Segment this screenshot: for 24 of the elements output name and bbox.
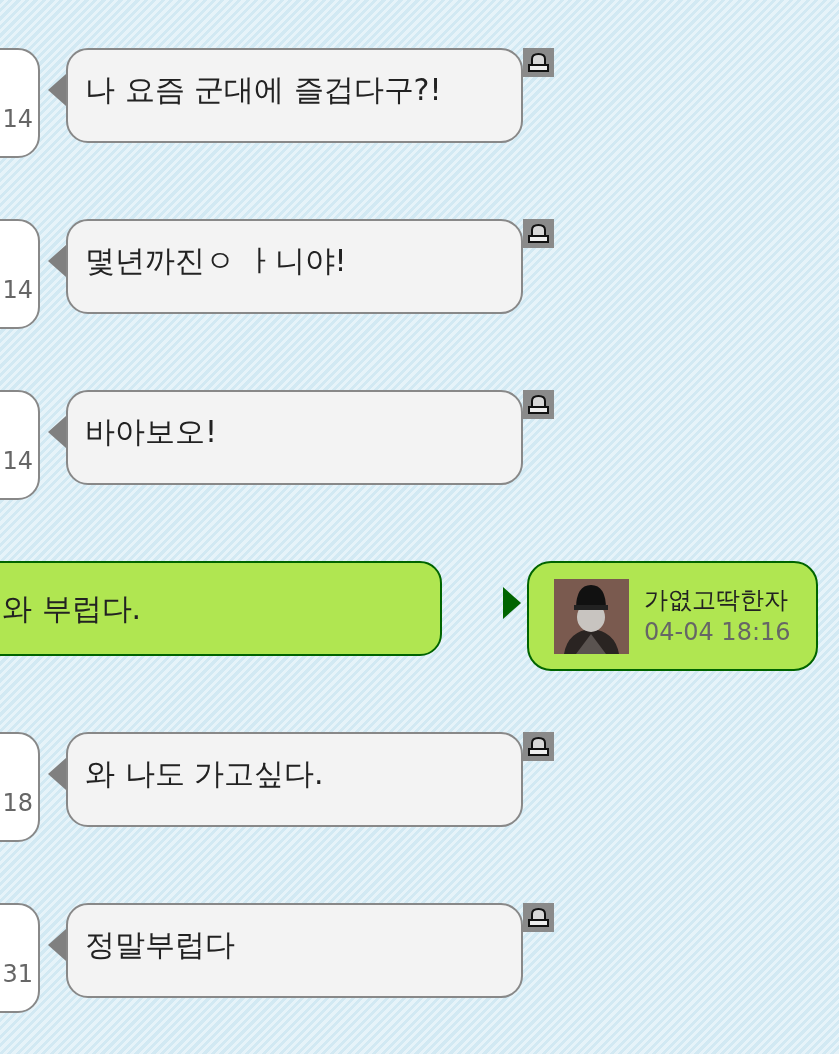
message-time: 04-04 18:16 — [644, 617, 791, 648]
bubble-pointer-icon — [48, 929, 66, 961]
lock-icon — [523, 219, 554, 248]
message-time: 18 — [2, 791, 33, 815]
sender-name: 가엾고딱한자 — [644, 585, 789, 616]
message-time: 14 — [2, 107, 33, 131]
lock-icon — [523, 732, 554, 761]
message-bubble: 와 부럽다. — [0, 561, 442, 656]
bubble-pointer-icon — [48, 758, 66, 790]
lock-icon — [523, 390, 554, 419]
message-bubble: 정말부럽다 — [66, 903, 523, 998]
message-bubble: 와 나도 가고싶다. — [66, 732, 523, 827]
bubble-pointer-icon — [503, 587, 521, 619]
message-bubble: 바아보오! — [66, 390, 523, 485]
bubble-pointer-icon — [48, 416, 66, 448]
message-bubble: 몇년까진ㅇ ㅏ니야! — [66, 219, 523, 314]
message-time: 31 — [2, 962, 33, 986]
lock-icon — [523, 48, 554, 77]
message-bubble: 나 요즘 군대에 즐겁다구?! — [66, 48, 523, 143]
message-time: 14 — [2, 449, 33, 473]
lock-icon — [523, 903, 554, 932]
message-time: 14 — [2, 278, 33, 302]
bubble-pointer-icon — [48, 74, 66, 106]
bubble-pointer-icon — [48, 245, 66, 277]
